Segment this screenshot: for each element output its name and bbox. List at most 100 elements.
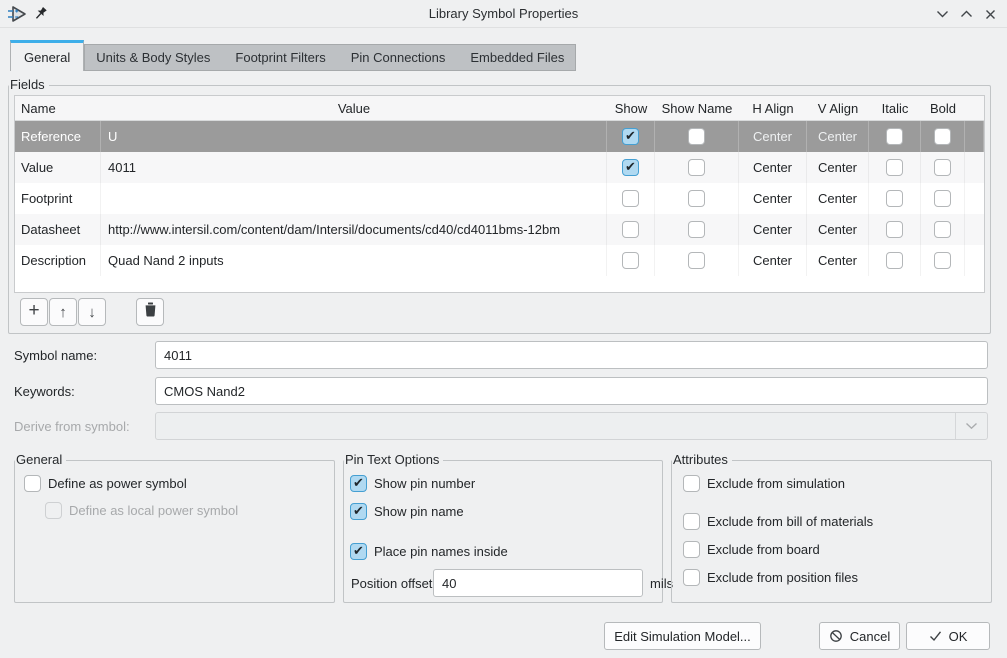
cell-name[interactable]: Value (15, 152, 101, 183)
cell-h-align[interactable]: Center (739, 121, 807, 152)
attributes-group-label: Attributes (672, 452, 732, 467)
window-title: Library Symbol Properties (0, 6, 1007, 21)
general-group-label: General (15, 452, 66, 467)
cell-v-align[interactable]: Center (807, 183, 869, 214)
cell-value[interactable] (101, 183, 607, 214)
col-bold[interactable]: Bold (921, 96, 965, 120)
cell-h-align[interactable]: Center (739, 152, 807, 183)
fields-group-label: Fields (9, 77, 49, 92)
show-name-checkbox[interactable] (688, 159, 705, 176)
show-checkbox[interactable] (622, 190, 639, 207)
tab-general[interactable]: General (10, 40, 84, 71)
move-field-up-button[interactable]: ↑ (49, 298, 77, 326)
window-maximize-icon[interactable] (957, 6, 975, 22)
show-checkbox[interactable] (622, 252, 639, 269)
col-italic[interactable]: Italic (869, 96, 921, 120)
window-close-icon[interactable] (981, 6, 999, 22)
italic-checkbox[interactable] (886, 190, 903, 207)
show-pin-number-option[interactable]: Show pin number (350, 475, 475, 492)
plus-icon: + (28, 300, 39, 322)
move-field-down-button[interactable]: ↓ (78, 298, 106, 326)
cell-value[interactable]: U (101, 121, 607, 152)
italic-checkbox[interactable] (886, 252, 903, 269)
cell-v-align[interactable]: Center (807, 214, 869, 245)
cell-h-align[interactable]: Center (739, 245, 807, 276)
window-shade-icon[interactable] (933, 6, 951, 22)
fields-table[interactable]: Name Value Show Show Name H Align V Alig… (14, 95, 985, 293)
italic-checkbox[interactable] (886, 221, 903, 238)
cell-name[interactable]: Reference (15, 121, 101, 152)
col-show-name[interactable]: Show Name (655, 96, 739, 120)
tab-pin-connections[interactable]: Pin Connections (351, 50, 446, 65)
exclude-from-position-files-option[interactable]: Exclude from position files (683, 569, 858, 586)
col-v-align[interactable]: V Align (807, 96, 869, 120)
cell-v-align[interactable]: Center (807, 152, 869, 183)
cell-name[interactable]: Footprint (15, 183, 101, 214)
symbol-name-input[interactable] (155, 341, 988, 369)
exclude-from-board-option[interactable]: Exclude from board (683, 541, 820, 558)
cell-v-align[interactable]: Center (807, 245, 869, 276)
cell-value[interactable]: 4011 (101, 152, 607, 183)
show-pin-name-label: Show pin name (374, 504, 464, 519)
cell-h-align[interactable]: Center (739, 183, 807, 214)
italic-checkbox[interactable] (886, 128, 903, 145)
tab-embedded-files[interactable]: Embedded Files (470, 50, 564, 65)
col-h-align[interactable]: H Align (739, 96, 807, 120)
bold-checkbox[interactable] (934, 159, 951, 176)
cell-name[interactable]: Datasheet (15, 214, 101, 245)
show-checkbox[interactable] (622, 221, 639, 238)
exclude-from-board-checkbox[interactable] (683, 541, 700, 558)
bold-checkbox[interactable] (934, 221, 951, 238)
add-field-button[interactable]: + (20, 298, 48, 326)
define-local-power-symbol-checkbox (45, 502, 62, 519)
place-pin-names-inside-checkbox[interactable] (350, 543, 367, 560)
cell-v-align[interactable]: Center (807, 121, 869, 152)
keywords-input[interactable] (155, 377, 988, 405)
edit-simulation-model-button[interactable]: Edit Simulation Model... (604, 622, 761, 650)
bold-checkbox[interactable] (934, 190, 951, 207)
cell-value[interactable]: Quad Nand 2 inputs (101, 245, 607, 276)
bold-checkbox[interactable] (934, 252, 951, 269)
position-offset-input[interactable] (433, 569, 643, 597)
define-local-power-symbol-label: Define as local power symbol (69, 503, 238, 518)
exclude-from-bom-checkbox[interactable] (683, 513, 700, 530)
show-name-checkbox[interactable] (688, 252, 705, 269)
titlebar: Library Symbol Properties (0, 0, 1007, 28)
table-row-footprint[interactable]: Footprint Center Center (15, 183, 984, 214)
col-value[interactable]: Value (101, 96, 607, 120)
bold-checkbox[interactable] (934, 128, 951, 145)
place-pin-names-inside-option[interactable]: Place pin names inside (350, 543, 508, 560)
show-checkbox[interactable] (622, 159, 639, 176)
define-power-symbol-checkbox[interactable] (24, 475, 41, 492)
tab-footprint-filters[interactable]: Footprint Filters (235, 50, 325, 65)
show-pin-name-checkbox[interactable] (350, 503, 367, 520)
table-row-datasheet[interactable]: Datasheet http://www.intersil.com/conten… (15, 214, 984, 245)
show-pin-name-option[interactable]: Show pin name (350, 503, 464, 520)
table-row-description[interactable]: Description Quad Nand 2 inputs Center Ce… (15, 245, 984, 276)
show-name-checkbox[interactable] (688, 128, 705, 145)
tab-units-body-styles[interactable]: Units & Body Styles (96, 50, 210, 65)
ok-label: OK (949, 629, 968, 644)
exclude-from-position-files-checkbox[interactable] (683, 569, 700, 586)
show-name-checkbox[interactable] (688, 221, 705, 238)
show-pin-number-checkbox[interactable] (350, 475, 367, 492)
cell-h-align[interactable]: Center (739, 214, 807, 245)
ok-button[interactable]: OK (906, 622, 990, 650)
arrow-down-icon: ↓ (88, 304, 96, 321)
cell-name[interactable]: Description (15, 245, 101, 276)
define-power-symbol-option[interactable]: Define as power symbol (24, 475, 187, 492)
cell-value[interactable]: http://www.intersil.com/content/dam/Inte… (101, 214, 607, 245)
exclude-from-simulation-checkbox[interactable] (683, 475, 700, 492)
col-show[interactable]: Show (607, 96, 655, 120)
cancel-button[interactable]: Cancel (819, 622, 900, 650)
col-name[interactable]: Name (15, 96, 101, 120)
show-checkbox[interactable] (622, 128, 639, 145)
exclude-from-simulation-option[interactable]: Exclude from simulation (683, 475, 845, 492)
show-name-checkbox[interactable] (688, 190, 705, 207)
italic-checkbox[interactable] (886, 159, 903, 176)
table-row-value[interactable]: Value 4011 Center Center (15, 152, 984, 183)
table-row-reference[interactable]: Reference U Center Center (15, 121, 984, 152)
define-power-symbol-label: Define as power symbol (48, 476, 187, 491)
exclude-from-bom-option[interactable]: Exclude from bill of materials (683, 513, 873, 530)
delete-field-button[interactable] (136, 298, 164, 326)
